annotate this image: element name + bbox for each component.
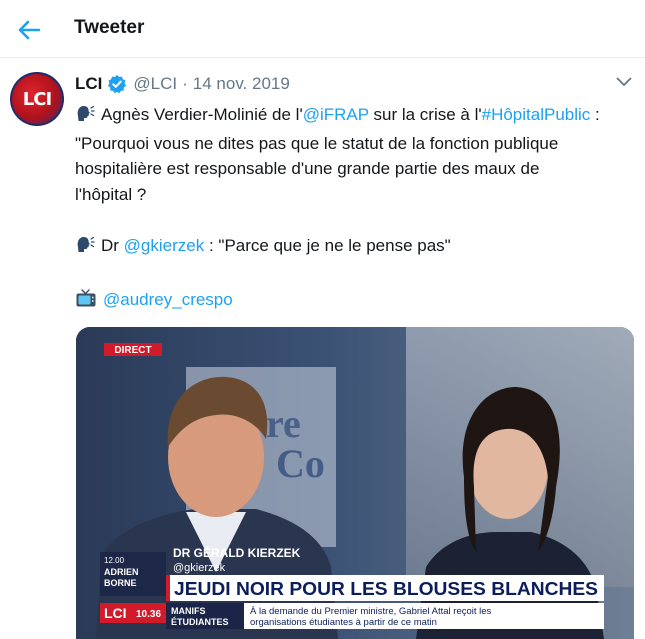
background-text-2: Co [276,441,325,486]
mention-audrey-crespo-link[interactable]: @audrey_crespo [103,290,233,309]
tweet-text-segment: Agnès Verdier-Molinié de l' [101,105,303,124]
author-name[interactable]: LCI [75,74,102,94]
television-icon [75,288,97,316]
speaking-head-icon [75,103,95,131]
tweet-text-segment: sur la crise à l' [368,105,482,124]
tv-screenshot: re Co DIRECT DR GÉRALD KIERZEK @gkierzek… [76,327,634,639]
mention-gkierzek-link[interactable]: @gkierzek [124,236,205,255]
back-button[interactable] [14,15,44,45]
ticker-line-1: À la demande du Premier ministre, Gabrie… [250,606,492,617]
hashtag-hopitalpublic-link[interactable]: #HôpitalPublic [482,105,591,124]
speaking-head-icon [75,234,95,262]
arrow-left-icon [18,20,41,40]
verified-badge-icon [107,74,127,94]
tweet-line-5: Dr @gkierzek : "Parce que je ne le pense… [75,233,635,262]
clock-time: 10.36 [136,609,161,620]
headline-text: JEUDI NOIR POUR LES BLOUSES BLANCHES [174,579,598,599]
speaker-name: DR GÉRALD KIERZEK [173,545,301,560]
background-text-1: re [266,401,301,446]
tweet-line-1: Agnès Verdier-Molinié de l'@iFRAP sur la… [75,102,635,131]
tweet-text: Agnès Verdier-Molinié de l'@iFRAP sur la… [75,102,635,315]
avatar[interactable]: LCI [10,72,64,126]
tweet-media-image[interactable]: re Co DIRECT DR GÉRALD KIERZEK @gkierzek… [76,327,634,639]
top-bar: Tweeter [0,0,645,58]
topic-line-1: MANIFS [171,606,206,616]
avatar-logo-text: LCI [22,88,52,110]
page-title: Tweeter [74,17,145,38]
channel-logo: LCI [104,605,127,621]
speaker-handle: @gkierzek [173,562,226,574]
mention-ifrap-link[interactable]: @iFRAP [303,105,369,124]
separator-dot: · [182,74,188,93]
tweet-text-segment: : [590,105,600,124]
tweet-header: LCI @LCI · 14 nov. 2019 [75,72,290,96]
tweet-line-2: "Pourquoi vous ne dites pas que le statu… [75,133,559,153]
tweet-line-6: @audrey_crespo [75,287,635,316]
tweet-line-4: l'hôpital ? [75,184,147,204]
tweet-text-segment: : "Parce que je ne le pense pas" [204,235,451,255]
show-host-first: ADRIEN [104,567,139,577]
tweet-line-3: hospitalière est responsable d'une grand… [75,159,540,178]
topic-line-2: ÉTUDIANTES [171,617,229,627]
author-handle[interactable]: @LCI [133,74,177,94]
tweet-date[interactable]: 14 nov. 2019 [193,74,290,94]
tweet-text-segment: Dr [101,235,124,255]
show-host-last: BORNE [104,578,137,588]
chevron-down-icon [616,77,632,86]
show-time: 12.00 [104,556,125,565]
more-options-button[interactable] [612,72,636,92]
live-badge-label: DIRECT [114,345,151,356]
ticker-line-2: organisations étudiantes à partir de ce … [250,617,437,628]
